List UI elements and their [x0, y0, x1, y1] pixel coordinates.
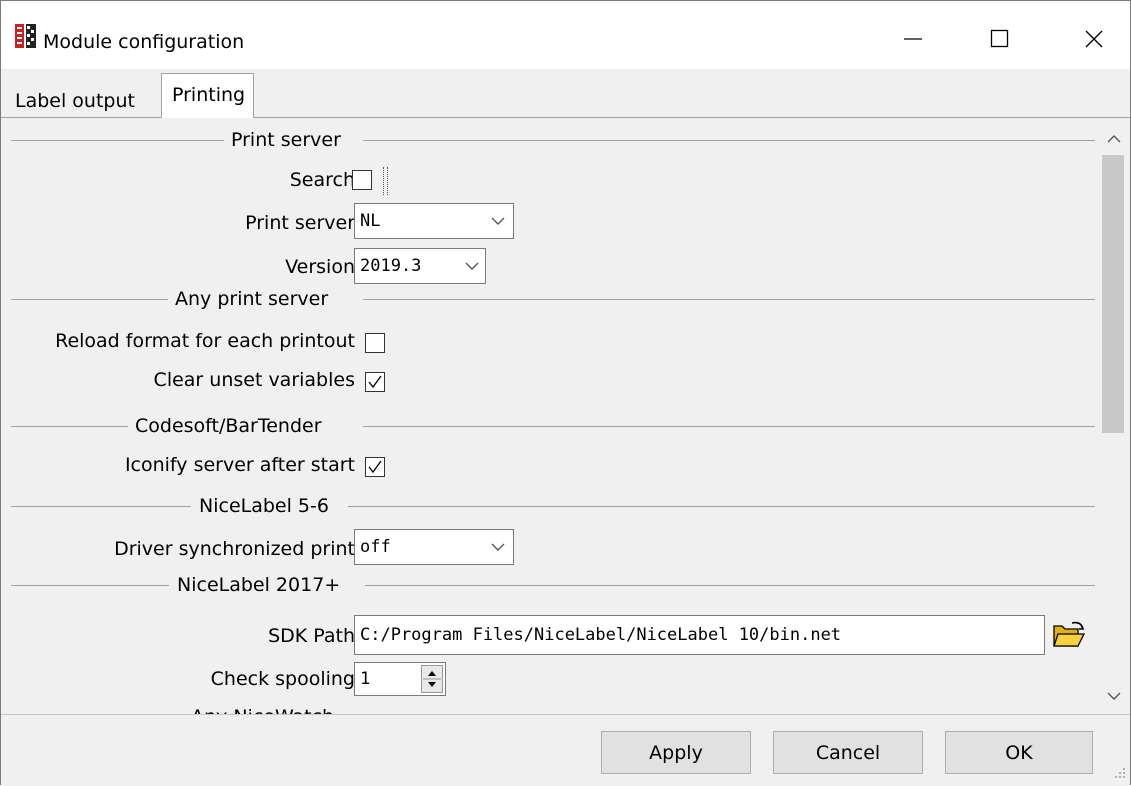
print-server-label: Print server	[245, 212, 355, 234]
module-configuration-window: Module configuration Label output Printi…	[0, 0, 1131, 786]
reload-format-label: Reload format for each printout	[55, 330, 355, 352]
clear-unset-checkbox[interactable]	[365, 372, 385, 392]
chevron-down-icon	[491, 543, 505, 551]
section-any-nicewatch: Any NiceWatch	[11, 706, 1095, 714]
section-title: Any print server	[175, 288, 329, 310]
reload-format-checkbox[interactable]	[365, 333, 385, 353]
section-any-print-server: Any print server	[11, 288, 1095, 312]
close-icon	[1085, 30, 1103, 47]
iconify-label: Iconify server after start	[124, 454, 355, 476]
ok-button[interactable]: OK	[945, 731, 1093, 774]
title-bar[interactable]: Module configuration	[1, 1, 1130, 69]
sdk-path-label: SDK Path	[268, 625, 355, 647]
sdk-path-input[interactable]: C:/Program Files/NiceLabel/NiceLabel 10/…	[354, 615, 1045, 655]
folder-open-icon[interactable]	[1052, 620, 1086, 648]
clear-unset-label: Clear unset variables	[153, 369, 355, 391]
checkmark-icon	[368, 375, 382, 389]
section-nicelabel-2017: NiceLabel 2017+	[11, 574, 1095, 598]
tab-label-output[interactable]: Label output	[9, 86, 141, 114]
section-codesoft-bartender: Codesoft/BarTender	[11, 415, 1095, 439]
version-select[interactable]: 2019.3	[354, 248, 486, 284]
section-title: NiceLabel 5-6	[199, 495, 329, 517]
section-print-server: Print server	[11, 129, 1095, 153]
chevron-down-icon	[465, 262, 479, 270]
check-spooling-value: 1	[360, 669, 371, 689]
spinner-arrows-icon	[423, 671, 441, 687]
tab-printing[interactable]: Printing	[161, 73, 255, 119]
section-title: Print server	[231, 129, 341, 151]
iconify-checkbox[interactable]	[365, 457, 385, 477]
driver-sync-label: Driver synchronized print	[114, 538, 355, 560]
search-checkbox[interactable]	[352, 170, 372, 190]
check-spooling-label: Check spooling	[210, 668, 355, 690]
close-button[interactable]	[1059, 11, 1129, 66]
cancel-button[interactable]: Cancel	[773, 731, 923, 774]
sdk-path-value: C:/Program Files/NiceLabel/NiceLabel 10/…	[360, 625, 842, 645]
checkmark-icon	[368, 460, 382, 474]
check-spooling-spinner[interactable]: 1	[354, 662, 446, 696]
section-title: Any NiceWatch	[191, 706, 334, 714]
search-label: Search	[289, 169, 355, 191]
version-value: 2019.3	[360, 256, 422, 276]
chevron-down-icon	[491, 217, 505, 225]
resize-grip[interactable]	[383, 167, 388, 195]
scroll-up-icon[interactable]	[1106, 134, 1122, 144]
driver-sync-select[interactable]: off	[354, 529, 514, 565]
version-label: Version	[285, 256, 355, 278]
print-app-icon	[15, 24, 36, 48]
section-title: Codesoft/BarTender	[135, 415, 322, 437]
minimize-button[interactable]	[878, 11, 948, 66]
scrollbar-thumb[interactable]	[1102, 155, 1124, 433]
driver-sync-value: off	[360, 537, 391, 557]
scroll-down-icon[interactable]	[1106, 691, 1122, 701]
resize-grip-icon[interactable]	[1113, 766, 1127, 780]
maximize-button[interactable]	[965, 11, 1035, 66]
spinner-buttons[interactable]	[421, 665, 443, 693]
print-server-value: NL	[360, 211, 381, 231]
apply-button[interactable]: Apply	[601, 731, 751, 774]
minimize-icon	[904, 37, 922, 40]
print-server-select[interactable]: NL	[354, 203, 514, 239]
section-nicelabel-5-6: NiceLabel 5-6	[11, 495, 1095, 519]
printing-settings-panel: Print server Search Print server NL Vers…	[11, 118, 1129, 714]
maximize-icon	[990, 29, 1009, 47]
window-title: Module configuration	[43, 31, 245, 53]
section-title: NiceLabel 2017+	[177, 574, 341, 596]
